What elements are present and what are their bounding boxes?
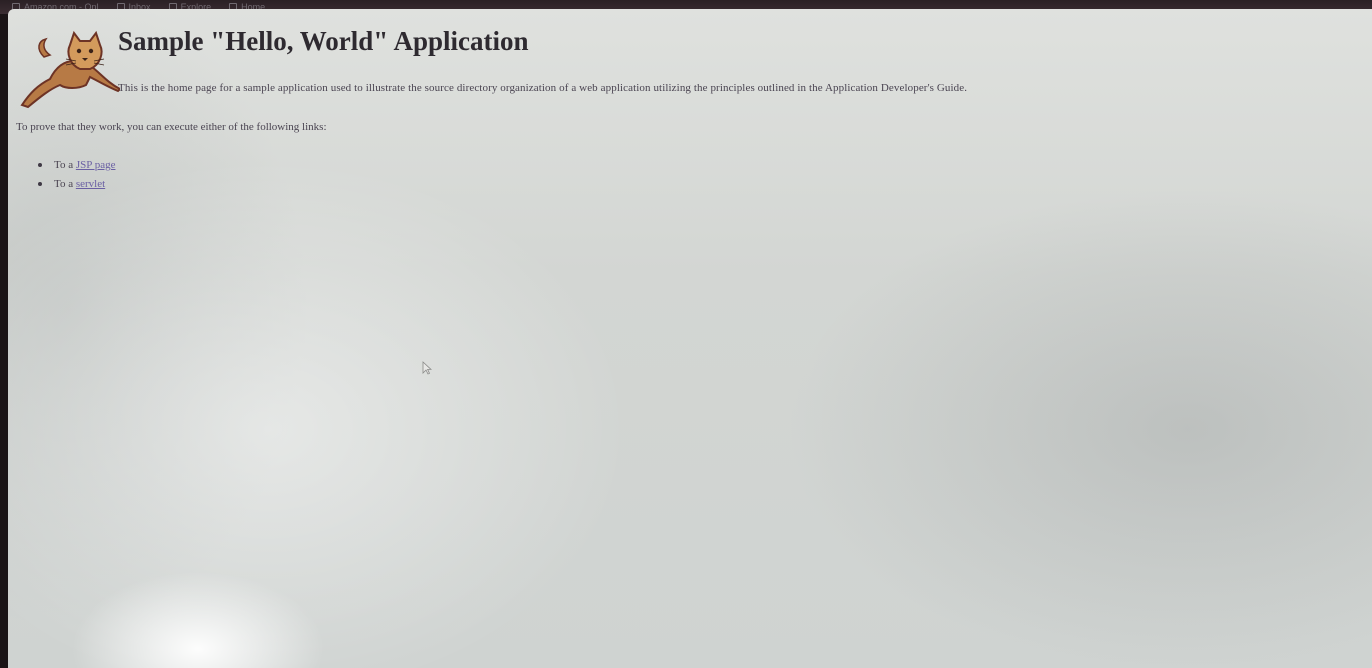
page-viewport: Sample "Hello, World" Application This i… — [8, 9, 1372, 668]
servlet-link[interactable]: servlet — [76, 178, 105, 190]
tomcat-logo — [20, 30, 120, 109]
intro-paragraph: This is the home page for a sample appli… — [118, 82, 968, 94]
instructions-text: To prove that they work, you can execute… — [16, 121, 327, 133]
page-title: Sample "Hello, World" Application — [118, 26, 529, 56]
bullet-icon — [38, 163, 42, 168]
links-list: To a JSP page To a servlet — [38, 156, 115, 194]
mouse-cursor-icon — [422, 361, 432, 375]
bullet-icon — [38, 182, 42, 187]
link-prefix: To a — [54, 178, 76, 190]
jsp-page-link[interactable]: JSP page — [76, 159, 116, 171]
list-item: To a servlet — [38, 175, 115, 194]
link-prefix: To a — [54, 159, 76, 171]
list-item: To a JSP page — [38, 156, 115, 175]
